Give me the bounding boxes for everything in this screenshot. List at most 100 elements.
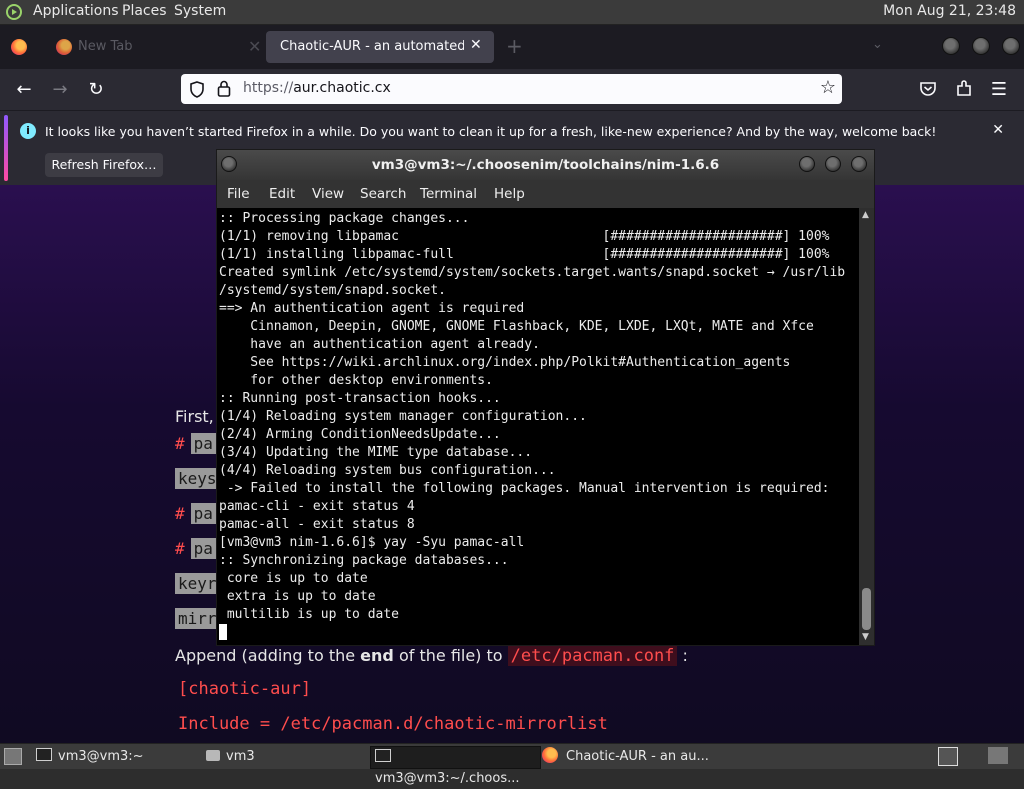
terminal-scrollbar[interactable]: ▲ ▼ (859, 208, 874, 645)
tab-close-icon[interactable]: ✕ (470, 37, 482, 53)
extensions-icon[interactable] (955, 80, 973, 98)
terminal-cursor (219, 624, 227, 640)
terminal-line: Created symlink /etc/systemd/system/sock… (219, 265, 846, 280)
close-window-button[interactable] (1002, 37, 1020, 55)
maximize-button[interactable] (972, 37, 990, 55)
terminal-line: :: Synchronizing package databases... (219, 553, 509, 568)
terminal-icon (375, 749, 391, 762)
terminal-line: -> Failed to install the following packa… (219, 481, 830, 496)
tab-new-tab[interactable]: New Tab ✕ (48, 31, 261, 63)
menu-file[interactable]: File (227, 186, 250, 202)
info-icon: i (20, 123, 36, 139)
new-tab-button[interactable]: + (506, 34, 523, 58)
workspace-switcher-1[interactable] (938, 747, 958, 766)
terminal-line: (1/4) Reloading system manager configura… (219, 409, 587, 424)
minimize-button[interactable] (942, 37, 960, 55)
firefox-icon (542, 747, 558, 763)
chaotic-aur-section: [chaotic-aur] (178, 679, 312, 699)
terminal-line: /systemd/system/snapd.socket. (219, 283, 446, 298)
terminal-lines: :: Processing package changes...(1/1) re… (219, 210, 845, 624)
taskbar: vm3@vm3:~ vm3 vm3@vm3:~/.choos... Chaoti… (0, 743, 1024, 786)
terminal-title: vm3@vm3:~/.choosenim/toolchains/nim-1.6.… (371, 157, 720, 173)
code-line-4: # pa (175, 538, 216, 559)
taskbar-item[interactable]: Chaotic-AUR - an au... (542, 746, 722, 767)
hamburger-menu-icon[interactable]: ☰ (988, 79, 1010, 101)
code-line-6: mirr (175, 608, 220, 629)
terminal-window[interactable]: vm3@vm3:~/.choosenim/toolchains/nim-1.6.… (216, 149, 875, 646)
terminal-line: [vm3@vm3 nim-1.6.6]$ yay -Syu pamac-all (219, 535, 525, 550)
firefox-tabstrip: New Tab ✕ Chaotic-AUR - an automated bu … (0, 25, 1024, 69)
code-line-5: keyr (175, 573, 220, 594)
terminal-line: pamac-cli - exit status 4 (219, 499, 415, 514)
menu-edit[interactable]: Edit (269, 186, 295, 202)
firefox-view-icon[interactable] (11, 39, 27, 55)
first-text: First, (175, 407, 214, 426)
tab-chaotic-aur[interactable]: Chaotic-AUR - an automated bu ✕ (266, 31, 494, 63)
scroll-down-arrow-icon[interactable]: ▼ (862, 632, 869, 642)
code-line-2: keys (175, 468, 220, 489)
gnome-foot-icon[interactable] (6, 4, 22, 20)
pacman-conf-path: /etc/pacman.conf (507, 646, 678, 666)
system-menu[interactable]: System (174, 3, 226, 19)
close-window-button[interactable] (851, 156, 867, 172)
shield-icon[interactable] (189, 81, 205, 98)
terminal-titlebar[interactable]: vm3@vm3:~/.choosenim/toolchains/nim-1.6.… (217, 150, 874, 180)
back-arrow-icon[interactable]: ← (13, 79, 35, 101)
firefox-icon (56, 39, 72, 55)
menu-help[interactable]: Help (494, 186, 525, 202)
menu-view[interactable]: View (312, 186, 344, 202)
terminal-menubar: File Edit View Search Terminal Help (217, 180, 874, 208)
top-panel: Applications Places System Mon Aug 21, 2… (0, 0, 1024, 25)
url-text[interactable]: https://aur.chaotic.cx (243, 80, 391, 96)
terminal-line: :: Running post-transaction hooks... (219, 391, 501, 406)
maximize-button[interactable] (825, 156, 841, 172)
taskbar-item[interactable]: vm3 (206, 746, 366, 767)
menu-terminal[interactable]: Terminal (420, 186, 477, 202)
terminal-line: (3/4) Updating the MIME type database... (219, 445, 533, 460)
terminal-line: :: Processing package changes... (219, 211, 470, 226)
tab-close-icon[interactable]: ✕ (248, 37, 261, 56)
pocket-icon[interactable] (919, 81, 937, 97)
scrollbar-thumb[interactable] (862, 588, 871, 630)
terminal-line: extra is up to date (219, 589, 376, 604)
folder-icon (206, 750, 220, 761)
terminal-line: for other desktop environments. (219, 373, 493, 388)
code-line-1: # pa (175, 433, 216, 454)
url-bar[interactable]: https://aur.chaotic.cx ☆ (181, 74, 842, 104)
tab-label: New Tab (78, 39, 133, 54)
terminal-line: Cinnamon, Deepin, GNOME, GNOME Flashback… (219, 319, 814, 334)
notice-text: It looks like you haven’t started Firefo… (45, 124, 937, 139)
taskbar-item[interactable]: vm3@vm3:~/.choos... (370, 746, 541, 786)
menu-search[interactable]: Search (360, 186, 406, 202)
notice-accent (4, 115, 8, 181)
terminal-line: See https://wiki.archlinux.org/index.php… (219, 355, 791, 370)
scroll-up-arrow-icon[interactable]: ▲ (862, 210, 869, 220)
applications-menu[interactable]: Applications (33, 3, 119, 19)
notice-close-icon[interactable]: ✕ (992, 122, 1004, 138)
taskbar-item[interactable]: vm3@vm3:~ (36, 746, 196, 767)
list-all-tabs-icon[interactable]: ⌄ (872, 37, 883, 52)
tab-label: Chaotic-AUR - an automated bu (280, 39, 464, 54)
refresh-firefox-button[interactable]: Refresh Firefox… (45, 153, 163, 177)
terminal-line: have an authentication agent already. (219, 337, 540, 352)
terminal-line: ==> An authentication agent is required (219, 301, 525, 316)
bookmark-star-icon[interactable]: ☆ (820, 77, 836, 98)
lock-icon[interactable] (217, 80, 231, 97)
terminal-line: (1/1) removing libpamac [###############… (219, 229, 830, 244)
terminal-line: (2/4) Arming ConditionNeedsUpdate... (219, 427, 501, 442)
minimize-button[interactable] (799, 156, 815, 172)
show-desktop-icon[interactable] (4, 748, 22, 765)
firefox-navbar: ← → ↻ https://aur.chaotic.cx ☆ ☰ (0, 69, 1024, 110)
workspace-switcher-2[interactable] (988, 747, 1008, 764)
terminal-output[interactable]: :: Processing package changes...(1/1) re… (217, 208, 859, 645)
forward-arrow-icon[interactable]: → (49, 79, 71, 101)
clock[interactable]: Mon Aug 21, 23:48 (883, 3, 1016, 19)
append-instruction: Append (adding to the end of the file) t… (175, 646, 688, 666)
reload-icon[interactable]: ↻ (85, 79, 107, 101)
terminal-line: (1/1) installing libpamac-full [########… (219, 247, 830, 262)
terminal-line: (4/4) Reloading system bus configuration… (219, 463, 556, 478)
places-menu[interactable]: Places (122, 3, 167, 19)
terminal-icon (36, 748, 52, 761)
terminal-line: multilib is up to date (219, 607, 400, 622)
code-line-3: # pa (175, 503, 216, 524)
